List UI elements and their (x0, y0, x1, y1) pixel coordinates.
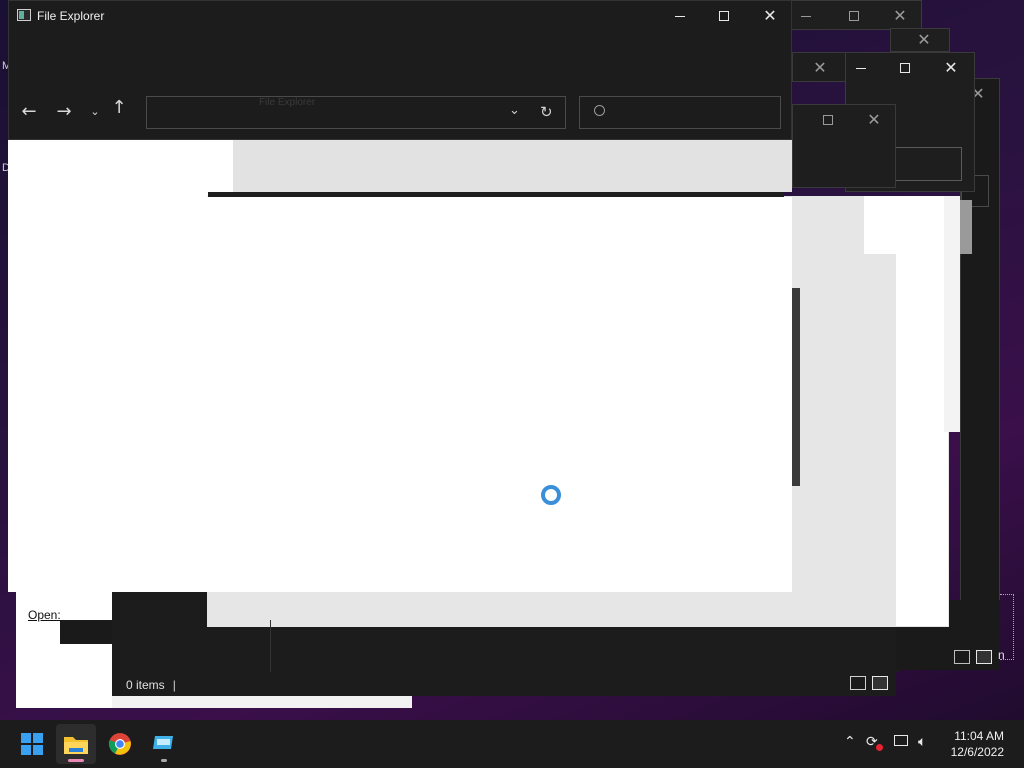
close-icon: ✕ (944, 58, 958, 77)
chevron-down-icon: ⌄ (90, 104, 100, 118)
close-icon: ✕ (813, 58, 827, 77)
maximize-button[interactable] (805, 105, 851, 135)
run-dialog: Open: (16, 590, 112, 708)
chevron-up-icon: ⌃ (844, 734, 856, 750)
file-explorer-icon (64, 737, 88, 754)
chrome-icon (108, 733, 131, 755)
refresh-icon: ↻ (540, 103, 553, 121)
start-icon (21, 733, 43, 755)
loading-spinner-icon (541, 485, 561, 505)
taskbar: ⌃ ⟳ 🔈︎ 11:04 AM 12/6/2022 (0, 720, 1024, 768)
dotted-outline (1000, 594, 1014, 660)
details-view-icon[interactable] (850, 676, 866, 690)
close-icon: ✕ (867, 110, 881, 129)
minimize-icon (856, 67, 866, 69)
taskbar-remote-desktop[interactable] (144, 724, 184, 764)
loading-dialog-scroll (792, 288, 800, 486)
right-edge-bar (944, 196, 960, 432)
window-title: File Explorer (37, 9, 105, 23)
large-icons-view-icon[interactable] (872, 676, 888, 690)
arrow-up-icon: ↑ (111, 96, 127, 118)
refresh-button[interactable]: ↻ (540, 103, 553, 121)
chevron-down-icon: ⌄ (509, 103, 520, 118)
right-white-panel-2 (896, 254, 948, 626)
bg-window-5: ✕ (792, 52, 846, 82)
file-explorer-app-icon (17, 9, 31, 21)
recent-locations-button[interactable]: ⌄ (83, 99, 107, 123)
back-button[interactable]: ← (17, 99, 41, 123)
bg-window-6: ✕ (792, 104, 896, 188)
alert-dot-icon (876, 744, 883, 751)
show-hidden-icons-button[interactable]: ⌃ (844, 734, 856, 750)
address-dropdown-button[interactable]: ⌄ (509, 103, 520, 118)
bg-window-2: ✕ (890, 28, 950, 52)
active-indicator (68, 759, 84, 762)
open-label: Open: (28, 608, 61, 622)
close-button[interactable]: ✕ (797, 53, 843, 83)
speaker-icon: 🔈︎ (918, 734, 927, 750)
search-input[interactable] (579, 96, 781, 129)
running-indicator (161, 759, 167, 762)
sync-status-icon[interactable]: ⟳ (866, 734, 883, 751)
run-dialog-bottom (112, 696, 412, 708)
close-icon: ✕ (763, 6, 777, 25)
maximize-button[interactable] (701, 1, 747, 31)
search-icon (594, 105, 605, 116)
ghost-title: File Explorer (259, 97, 316, 108)
details-view-icon[interactable] (954, 650, 970, 664)
address-bar[interactable]: File Explorer ⌄ ↻ (146, 96, 566, 129)
content-area-strip-2 (192, 222, 208, 288)
item-count: 0 items | (126, 678, 176, 692)
status-bar: 0 items | (112, 672, 896, 696)
minimize-icon (801, 15, 811, 17)
large-icons-view-icon[interactable] (976, 650, 992, 664)
close-button[interactable]: ✕ (747, 1, 793, 31)
minimize-icon (675, 15, 685, 17)
close-button[interactable]: ✕ (851, 105, 897, 135)
minimize-button[interactable] (657, 1, 703, 31)
maximize-button[interactable] (831, 1, 877, 31)
close-button[interactable]: ✕ (901, 25, 947, 55)
status-divider (270, 620, 271, 672)
close-icon: ✕ (893, 6, 907, 25)
volume-icon[interactable]: 🔈︎ (918, 734, 926, 750)
content-ghost-strip (233, 140, 792, 192)
taskbar-chrome[interactable] (100, 724, 140, 764)
forward-button[interactable]: → (52, 99, 76, 123)
network-icon[interactable] (894, 734, 908, 750)
maximize-icon (849, 11, 859, 21)
arrow-left-icon: ← (21, 100, 37, 122)
taskbar-file-explorer[interactable] (56, 724, 96, 764)
maximize-icon (823, 115, 833, 125)
maximize-icon (900, 63, 910, 73)
run-dialog-edge (60, 620, 112, 644)
close-icon: ✕ (917, 30, 931, 49)
remote-desktop-icon (153, 736, 173, 749)
right-edge-bar-2 (960, 200, 972, 254)
close-button[interactable]: ✕ (928, 53, 974, 83)
maximize-icon (719, 11, 729, 21)
start-button[interactable] (12, 724, 52, 764)
up-button[interactable]: ↑ (107, 95, 131, 119)
monitor-icon (894, 735, 908, 746)
arrow-right-icon: → (56, 100, 72, 122)
clock-date[interactable]: 12/6/2022 (951, 745, 1004, 759)
loading-dialog (207, 197, 792, 592)
clock-time[interactable]: 11:04 AM (954, 729, 1004, 743)
file-explorer-window: File Explorer ✕ ← → ⌄ ↑ File Explorer ⌄ … (8, 0, 792, 140)
maximize-button[interactable] (882, 53, 928, 83)
right-white-panel (864, 196, 944, 254)
